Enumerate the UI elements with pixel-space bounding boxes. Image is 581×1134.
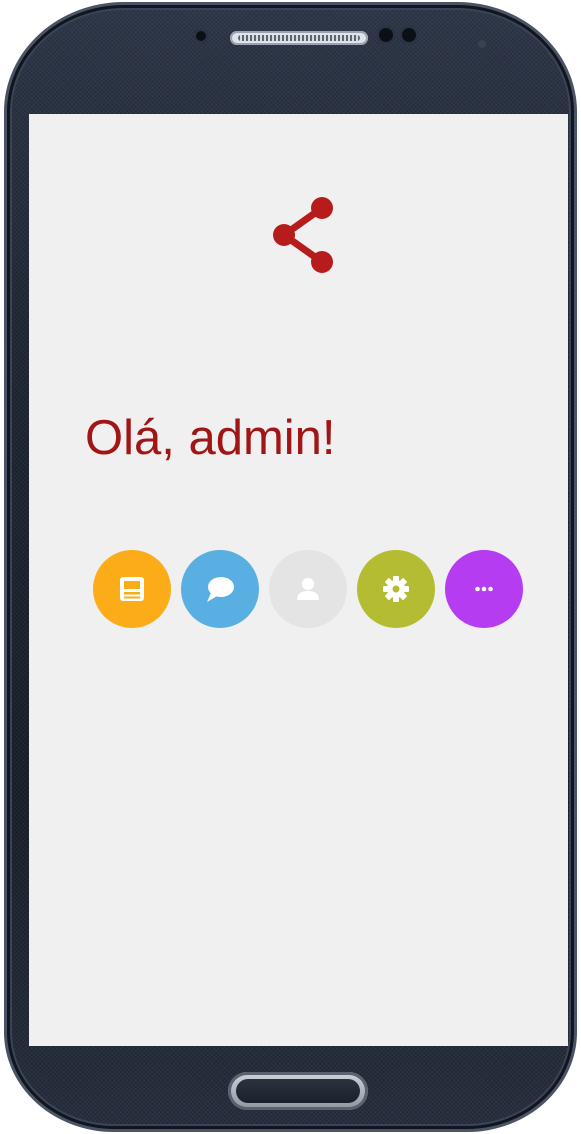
- front-sensor-right: [400, 26, 418, 44]
- chat-icon: [207, 577, 234, 602]
- news-shortcut-button[interactable]: [93, 550, 171, 628]
- news-icon: [120, 577, 144, 601]
- share-icon[interactable]: [270, 196, 336, 274]
- front-sensor-left: [377, 26, 395, 44]
- profile-shortcut-button[interactable]: [269, 550, 347, 628]
- front-camera: [476, 38, 488, 50]
- earpiece-speaker: [230, 31, 368, 45]
- more-shortcut-button[interactable]: [445, 550, 523, 628]
- settings-shortcut-button[interactable]: [357, 550, 435, 628]
- chat-shortcut-button[interactable]: [181, 550, 259, 628]
- phone-frame: Olá, admin!: [4, 2, 577, 1132]
- user-icon: [297, 578, 319, 600]
- gear-icon: [383, 576, 409, 602]
- home-button[interactable]: [228, 1072, 368, 1110]
- proximity-sensor: [194, 29, 208, 43]
- more-icon: [475, 586, 493, 592]
- greeting-title: Olá, admin!: [85, 411, 336, 465]
- app-screen: Olá, admin!: [29, 114, 568, 1046]
